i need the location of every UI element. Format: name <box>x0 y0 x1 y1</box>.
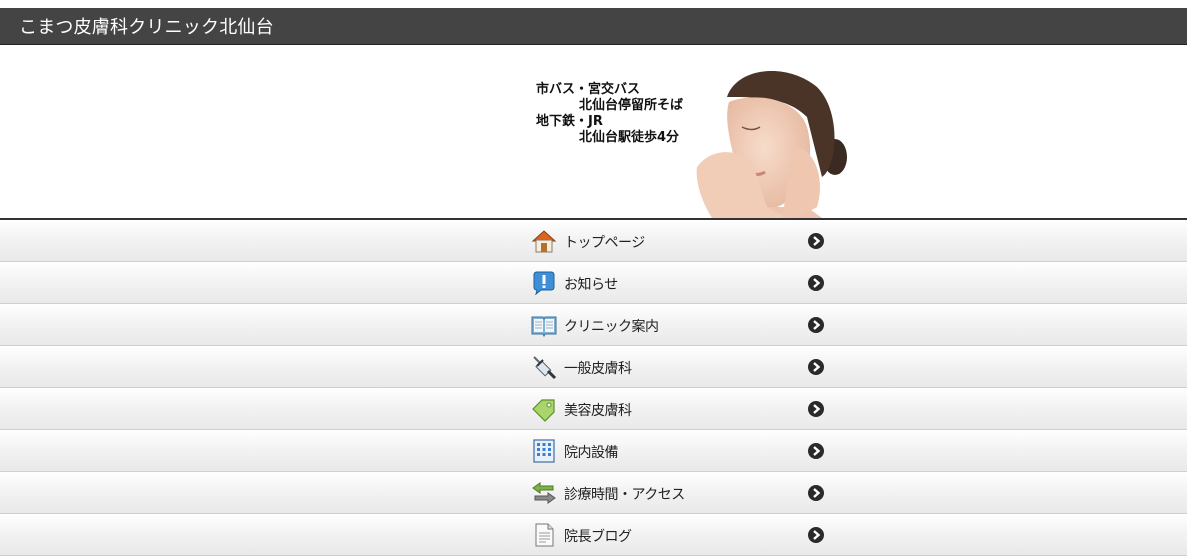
menu-item-label: 診療時間・アクセス <box>564 487 685 503</box>
chevron-right-icon <box>808 275 824 291</box>
menu-item-director-blog[interactable]: 院長ブログ <box>0 514 1187 556</box>
header-bar: こまつ皮膚科クリニック北仙台 <box>0 8 1187 45</box>
syringe-icon <box>533 356 557 380</box>
chevron-right-icon <box>808 401 824 417</box>
info-bubble-icon <box>533 271 555 296</box>
menu-item-label: トップページ <box>564 235 645 251</box>
chevron-right-icon <box>808 485 824 501</box>
menu-item-facilities[interactable]: 院内設備 <box>0 430 1187 472</box>
menu-item-label: クリニック案内 <box>564 319 659 335</box>
menu-item-clinic-guide[interactable]: クリニック案内 <box>0 304 1187 346</box>
open-book-icon <box>531 316 557 338</box>
menu-item-top-page[interactable]: トップページ <box>0 220 1187 262</box>
main-menu: トップページ お知らせ クリニック案内 一般皮膚科 美容皮膚科 院内設備 診療時… <box>0 220 1187 556</box>
document-icon <box>535 523 554 547</box>
chevron-right-icon <box>808 317 824 333</box>
menu-item-label: 院長ブログ <box>564 529 632 545</box>
chevron-right-icon <box>808 359 824 375</box>
menu-item-label: お知らせ <box>564 277 618 293</box>
menu-item-label: 一般皮膚科 <box>564 361 632 377</box>
menu-item-hours-access[interactable]: 診療時間・アクセス <box>0 472 1187 514</box>
menu-item-general-dermatology[interactable]: 一般皮膚科 <box>0 346 1187 388</box>
woman-face-photo <box>696 70 847 218</box>
menu-item-news[interactable]: お知らせ <box>0 262 1187 304</box>
building-icon <box>533 439 555 463</box>
house-icon <box>531 230 557 253</box>
banner-image: 市バス・宮交バス 北仙台停留所そば 地下鉄・JR 北仙台駅徒歩4分 <box>531 57 847 218</box>
chevron-right-icon <box>808 527 824 543</box>
top-strip <box>0 0 1187 8</box>
arrows-icon <box>532 482 556 504</box>
chevron-right-icon <box>808 233 824 249</box>
chevron-right-icon <box>808 443 824 459</box>
menu-item-label: 院内設備 <box>564 445 619 461</box>
menu-item-label: 美容皮膚科 <box>564 403 632 419</box>
banner: 市バス・宮交バス 北仙台停留所そば 地下鉄・JR 北仙台駅徒歩4分 <box>0 45 1187 218</box>
tag-icon <box>532 399 555 422</box>
site-title[interactable]: こまつ皮膚科クリニック北仙台 <box>19 13 274 39</box>
menu-item-cosmetic-dermatology[interactable]: 美容皮膚科 <box>0 388 1187 430</box>
